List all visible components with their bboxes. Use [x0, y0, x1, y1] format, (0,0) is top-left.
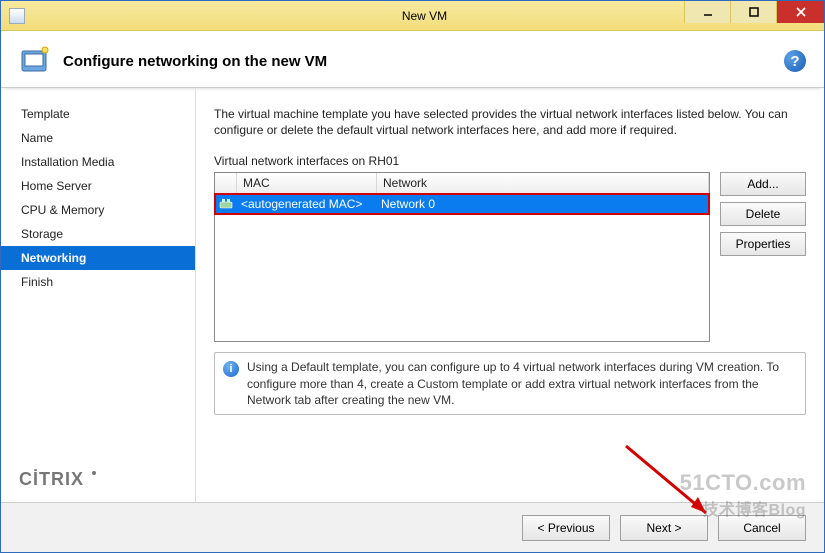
column-header-mac[interactable]: MAC: [237, 173, 377, 193]
networking-panel: The virtual machine template you have se…: [196, 88, 824, 502]
app-icon: [9, 8, 25, 24]
interface-buttons: Add... Delete Properties: [720, 172, 806, 342]
cancel-button[interactable]: Cancel: [718, 515, 806, 541]
close-button[interactable]: [776, 1, 824, 23]
step-installation-media[interactable]: Installation Media: [1, 150, 195, 174]
step-cpu-memory[interactable]: CPU & Memory: [1, 198, 195, 222]
info-text: Using a Default template, you can config…: [247, 359, 799, 408]
info-icon: i: [223, 361, 239, 377]
wizard-steps: Template Name Installation Media Home Se…: [1, 102, 195, 294]
step-storage[interactable]: Storage: [1, 222, 195, 246]
column-header-icon[interactable]: [215, 173, 237, 193]
new-vm-window: New VM Configure networking on the new V…: [0, 0, 825, 553]
step-home-server[interactable]: Home Server: [1, 174, 195, 198]
interfaces-area: MAC Network <autogenerated MAC> Network …: [214, 172, 806, 342]
help-icon[interactable]: ?: [784, 50, 806, 72]
minimize-button[interactable]: [684, 1, 730, 23]
wizard-body: Template Name Installation Media Home Se…: [1, 88, 824, 502]
table-header: MAC Network: [215, 173, 709, 194]
cell-network: Network 0: [377, 197, 709, 211]
titlebar[interactable]: New VM: [1, 1, 824, 31]
properties-button[interactable]: Properties: [720, 232, 806, 256]
add-button[interactable]: Add...: [720, 172, 806, 196]
column-header-network[interactable]: Network: [377, 173, 709, 193]
wizard-sidebar: Template Name Installation Media Home Se…: [1, 88, 196, 502]
info-box: i Using a Default template, you can conf…: [214, 352, 806, 415]
nic-icon: [215, 197, 237, 211]
interfaces-label: Virtual network interfaces on RH01: [214, 154, 806, 168]
citrix-logo: CİTRIX: [19, 469, 98, 490]
step-finish[interactable]: Finish: [1, 270, 195, 294]
table-row[interactable]: <autogenerated MAC> Network 0: [215, 194, 709, 214]
maximize-button[interactable]: [730, 1, 776, 23]
cell-mac: <autogenerated MAC>: [237, 197, 377, 211]
step-name[interactable]: Name: [1, 126, 195, 150]
wizard-footer: < Previous Next > Cancel: [1, 502, 824, 552]
step-networking[interactable]: Networking: [1, 246, 195, 270]
next-button[interactable]: Next >: [620, 515, 708, 541]
interfaces-table[interactable]: MAC Network <autogenerated MAC> Network …: [214, 172, 710, 342]
wizard-icon: [19, 45, 51, 77]
window-buttons: [684, 1, 824, 23]
wizard-header: Configure networking on the new VM ?: [1, 31, 824, 88]
step-template[interactable]: Template: [1, 102, 195, 126]
description-text: The virtual machine template you have se…: [214, 106, 806, 138]
delete-button[interactable]: Delete: [720, 202, 806, 226]
page-title: Configure networking on the new VM: [63, 53, 784, 70]
previous-button[interactable]: < Previous: [522, 515, 610, 541]
